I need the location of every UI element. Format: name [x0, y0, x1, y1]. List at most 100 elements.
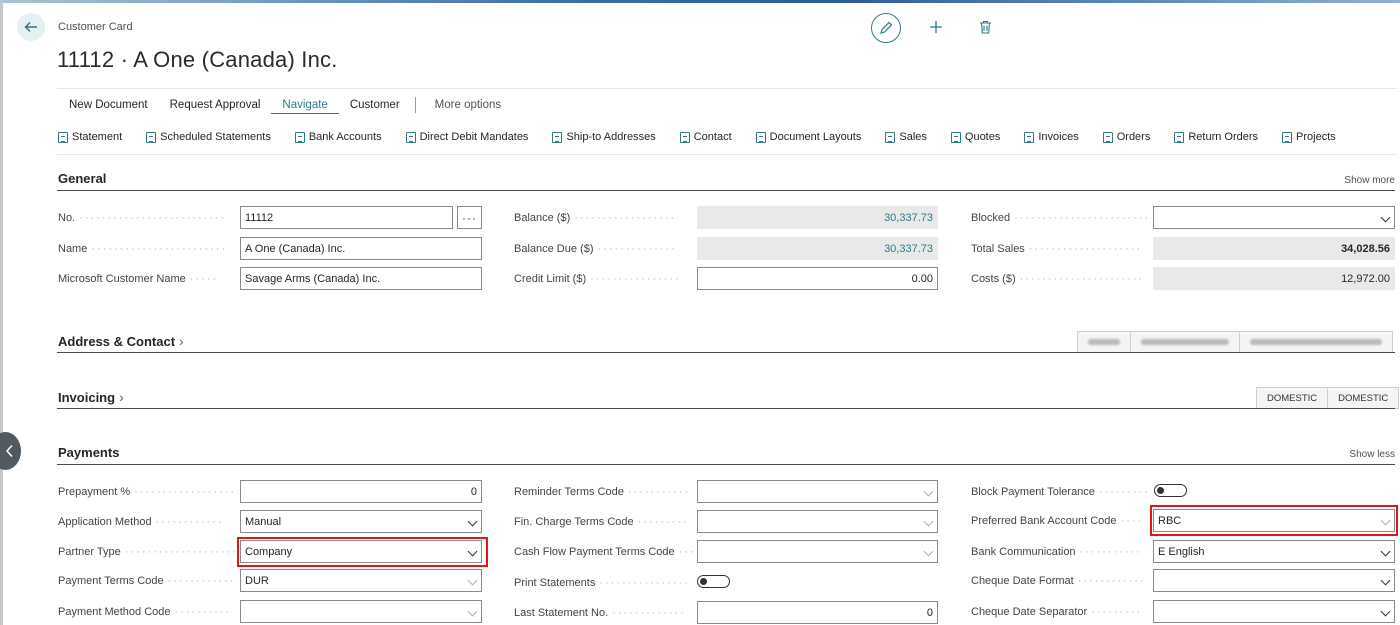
balance-due-value[interactable]: 30,337.73: [697, 237, 938, 260]
chevron-down-icon: [1380, 575, 1391, 586]
chevron-right-icon: ›: [179, 333, 184, 349]
field-label-fin-charge-terms-code: Fin. Charge Terms Code ·········: [514, 516, 689, 528]
chevron-down-icon: [1380, 606, 1391, 617]
document-icon: [1102, 131, 1113, 143]
nav-document-layouts[interactable]: Document Layouts: [755, 131, 861, 143]
nav-orders[interactable]: Orders: [1102, 131, 1151, 143]
nav-scheduled-statements[interactable]: Scheduled Statements: [146, 131, 271, 143]
chevron-down-icon: [467, 575, 478, 586]
balance-value[interactable]: 30,337.73: [697, 206, 938, 229]
nav-contact[interactable]: Contact: [679, 131, 732, 143]
action-new-document[interactable]: New Document: [58, 99, 159, 111]
select-value: E English: [1158, 545, 1205, 558]
field-label-balance: Balance ($) ··················: [514, 212, 677, 224]
action-navigate[interactable]: Navigate: [271, 99, 339, 114]
nav-quotes[interactable]: Quotes: [950, 131, 1000, 143]
cheque-date-separator-select[interactable]: [1153, 600, 1395, 623]
nav-statement[interactable]: Statement: [58, 131, 122, 143]
highlight-box: [1150, 505, 1398, 536]
delete-button[interactable]: [974, 16, 996, 38]
fin-charge-terms-code-select[interactable]: [697, 510, 938, 533]
nav-label: Ship-to Addresses: [566, 131, 656, 143]
no-field[interactable]: 11112: [240, 206, 453, 229]
nav-direct-debit-mandates[interactable]: Direct Debit Mandates: [405, 131, 528, 143]
action-separator: [414, 97, 416, 113]
cash-flow-payment-terms-code-select[interactable]: [697, 540, 938, 563]
field-label-ms-customer-name: Microsoft Customer Name ·····: [58, 273, 219, 285]
field-label-payment-terms-code: Payment Terms Code ············: [58, 575, 236, 587]
section-address-contact-title[interactable]: Address & Contact ›: [58, 333, 184, 349]
nav-bank-accounts[interactable]: Bank Accounts: [294, 131, 382, 143]
nav-label: Orders: [1116, 131, 1151, 143]
nav-ship-to-addresses[interactable]: Ship-to Addresses: [552, 131, 656, 143]
navigate-menu: Statement Scheduled Statements Bank Acco…: [58, 128, 1360, 146]
ms-customer-name-field[interactable]: Savage Arms (Canada) Inc.: [240, 267, 482, 290]
show-more-link[interactable]: Show more: [1344, 175, 1395, 186]
summary-tag-blurred: [1240, 332, 1392, 352]
nav-projects[interactable]: Projects: [1282, 131, 1336, 143]
field-label-preferred-bank-account-code: Preferred Bank Account Code ····: [971, 515, 1144, 527]
arrow-left-icon: [24, 22, 37, 32]
select-value: Manual: [245, 515, 282, 528]
section-payments-title[interactable]: Payments: [58, 445, 119, 460]
nav-sales[interactable]: Sales: [885, 131, 927, 143]
print-statements-toggle[interactable]: [697, 575, 730, 588]
back-button[interactable]: [17, 13, 45, 41]
nav-invoices[interactable]: Invoices: [1024, 131, 1079, 143]
nav-return-orders[interactable]: Return Orders: [1174, 131, 1258, 143]
application-method-select[interactable]: Manual: [240, 510, 482, 533]
reminder-terms-code-select[interactable]: [697, 480, 938, 503]
nav-label: Return Orders: [1188, 131, 1259, 143]
chevron-down-icon: [923, 516, 934, 527]
last-statement-no-field[interactable]: 0: [697, 601, 938, 624]
show-less-link[interactable]: Show less: [1349, 449, 1395, 460]
field-label-partner-type: Partner Type························: [58, 546, 236, 558]
field-label-last-statement-no: Last Statement No. ·············: [514, 607, 686, 619]
field-label-total-sales: Total Sales ····················: [971, 243, 1143, 255]
credit-limit-field[interactable]: 0.00: [697, 267, 938, 290]
summary-tag: DOMESTIC: [1328, 388, 1399, 408]
chevron-down-icon: [1380, 212, 1391, 223]
collapse-panel-button[interactable]: [0, 432, 21, 470]
report-icon: [58, 131, 68, 143]
section-title-text: General: [58, 171, 107, 186]
action-request-approval[interactable]: Request Approval: [159, 99, 272, 111]
action-customer[interactable]: Customer: [339, 99, 411, 111]
field-label-print-statements: Print Statements ················: [514, 577, 690, 589]
breadcrumb: Customer Card: [58, 21, 133, 33]
chevron-down-icon: [467, 516, 478, 527]
edit-button[interactable]: [871, 13, 901, 43]
select-value: DUR: [245, 574, 269, 587]
nav-label: Invoices: [1038, 131, 1079, 143]
section-general-title[interactable]: General: [58, 171, 106, 186]
name-field[interactable]: A One (Canada) Inc.: [240, 237, 482, 260]
prepayment-field[interactable]: 0: [240, 480, 482, 503]
action-bar: New Document Request Approval Navigate C…: [58, 96, 512, 114]
cheque-date-format-select[interactable]: [1153, 569, 1395, 592]
section-invoicing-title[interactable]: Invoicing ›: [58, 389, 124, 405]
section-divider: [57, 408, 1395, 409]
section-divider: [57, 464, 1395, 465]
lookup-ellipsis-button[interactable]: ···: [457, 206, 482, 229]
field-label-reminder-terms-code: Reminder Terms Code ···········: [514, 486, 691, 498]
action-more-options[interactable]: More options: [424, 99, 512, 111]
nav-divider: [57, 154, 1397, 155]
bank-communication-select[interactable]: E English: [1153, 540, 1395, 563]
field-label-name: Name ························: [58, 243, 228, 255]
nav-label: Projects: [1296, 131, 1336, 143]
block-payment-tolerance-toggle[interactable]: [1154, 484, 1187, 497]
page-title: 11112 · A One (Canada) Inc.: [57, 47, 338, 72]
invoicing-summary-tags: DOMESTIC DOMESTIC: [1256, 387, 1400, 409]
field-label-cheque-date-separator: Cheque Date Separator ·········: [971, 606, 1143, 618]
layout-icon: [755, 131, 766, 143]
new-button[interactable]: [925, 16, 947, 38]
field-label-block-payment-tolerance: Block Payment Tolerance··········: [971, 486, 1149, 498]
payment-method-code-select[interactable]: [240, 600, 482, 623]
summary-tag: DOMESTIC: [1257, 388, 1329, 408]
field-label-blocked: Blocked ························: [971, 212, 1149, 224]
bar-chart-icon: [885, 131, 896, 143]
payment-terms-code-select[interactable]: DUR: [240, 569, 482, 592]
plus-icon: [930, 21, 942, 33]
costs-value: 12,972.00: [1153, 267, 1395, 290]
blocked-select[interactable]: [1153, 206, 1395, 229]
